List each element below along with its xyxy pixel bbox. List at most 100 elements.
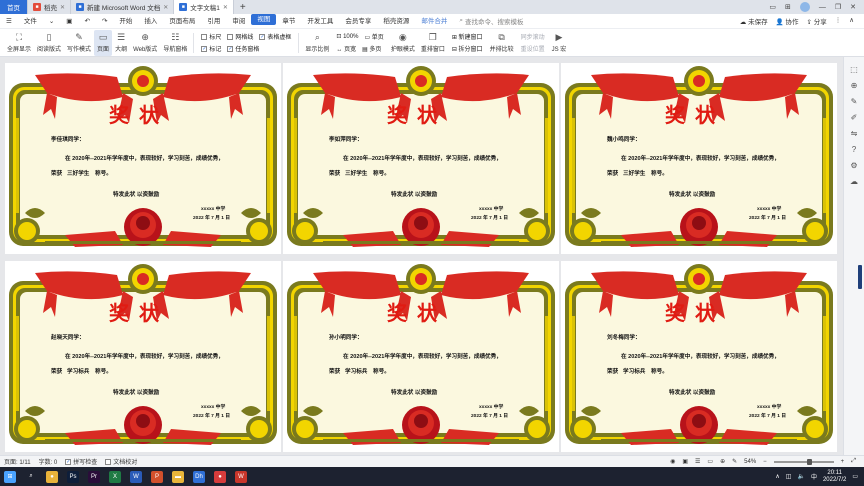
- view-option-checkbox[interactable]: 标尺: [201, 32, 221, 41]
- window-tab[interactable]: 首页: [0, 0, 28, 14]
- collapse-ribbon-icon[interactable]: ∧: [849, 16, 854, 26]
- js-macro-button[interactable]: ▶ JS 宏: [549, 30, 570, 56]
- certificate-page[interactable]: 奖状 李如萍同学： 在 2020年--2021年学年度中，表现较好，学习刻苦，成绩优…: [283, 63, 559, 254]
- zoom-100-button[interactable]: ⊡ 100%: [336, 33, 358, 40]
- multi-page-button[interactable]: ▤ 多页: [362, 44, 381, 53]
- hamburger-icon[interactable]: ☰: [0, 14, 18, 29]
- wps-icon[interactable]: W: [235, 470, 247, 483]
- document-workspace[interactable]: 奖状 李佳琪同学：在 2020年--2021年学年度中，表现较好，学习刻苦，成绩优…: [0, 57, 843, 455]
- chrome-icon[interactable]: ●: [46, 470, 58, 483]
- reset-position-button[interactable]: 重设位置: [521, 44, 545, 53]
- zoom-in-icon[interactable]: +: [841, 459, 845, 465]
- dict-icon[interactable]: Dh: [193, 470, 205, 483]
- file-menu[interactable]: 文件: [18, 14, 43, 29]
- menu-tab[interactable]: 章节: [276, 14, 301, 29]
- view-mode-button[interactable]: ✎ 写作模式: [64, 30, 94, 56]
- tool-icon[interactable]: ⚙: [850, 161, 857, 170]
- system-clock[interactable]: 20:11 2022/7/2: [823, 470, 846, 484]
- menu-tab[interactable]: 稻壳资源: [377, 14, 415, 29]
- edit-icon[interactable]: ✎: [851, 97, 858, 106]
- nav-pane-button[interactable]: ☷ 导航窗格: [160, 30, 190, 56]
- word-count[interactable]: 字数: 0: [39, 457, 58, 466]
- close-icon[interactable]: ✕: [850, 3, 856, 11]
- powerpoint-icon[interactable]: P: [151, 470, 163, 483]
- close-tab-icon[interactable]: ✕: [60, 4, 65, 11]
- mail-merge-tab[interactable]: 邮件合并: [415, 14, 453, 29]
- menu-tab[interactable]: 引用: [201, 14, 226, 29]
- zoom-icon[interactable]: ⊕: [851, 81, 858, 90]
- zoom-slider-knob[interactable]: [806, 458, 812, 465]
- input-language[interactable]: 中: [811, 472, 817, 481]
- search-icon[interactable]: ⌕: [25, 470, 37, 483]
- view-mode-button[interactable]: ⊕ Web版式: [130, 30, 160, 56]
- pen-icon[interactable]: ✎: [732, 458, 737, 465]
- page-indicator[interactable]: 页面: 1/11: [4, 457, 31, 466]
- certificate-page[interactable]: 奖状 李佳琪同学： 在 2020年--2021年学年度中，表现较好，学习刻苦，成绩优…: [5, 63, 281, 254]
- zoom-out-icon[interactable]: −: [763, 459, 767, 465]
- side-by-side-button[interactable]: ⧉ 并排比较: [487, 30, 517, 56]
- grid-icon[interactable]: ⊞: [785, 3, 791, 11]
- eye-icon[interactable]: ◉: [670, 458, 675, 465]
- certificate-page[interactable]: 奖状 魏小鸣同学： 在 2020年--2021年学年度中，表现较好，学习刻苦，成绩优…: [561, 63, 837, 254]
- app-icon[interactable]: ●: [214, 470, 226, 483]
- avatar[interactable]: [799, 2, 810, 12]
- command-search[interactable]: ⌕ 查找命令、搜索模板: [453, 16, 529, 26]
- settings-icon[interactable]: ⇋: [851, 129, 858, 138]
- certificate-page[interactable]: 奖状 孙小明同学： 在 2020年--2021年学年度中，表现较好，学习刻苦，成绩优…: [283, 261, 559, 452]
- maximize-icon[interactable]: ❐: [835, 3, 841, 11]
- certificate-page[interactable]: 奖状 刘冬梅同学： 在 2020年--2021年学年度中，表现较好，学习刻苦，成绩优…: [561, 261, 837, 452]
- rearrange-window-button[interactable]: ❐ 重排窗口: [418, 30, 448, 56]
- view-option-checkbox[interactable]: ✓ 任务窗格: [227, 44, 259, 53]
- collaborate-button[interactable]: 👤 协作: [776, 16, 799, 26]
- network-icon[interactable]: ◫: [786, 473, 792, 480]
- menu-tab[interactable]: 开发工具: [301, 14, 339, 29]
- doc-proofread[interactable]: 文档校对: [105, 457, 137, 466]
- page-width-button[interactable]: ↔ 页宽: [336, 44, 356, 53]
- tray-chevron-icon[interactable]: ∧: [775, 473, 779, 480]
- menu-tab[interactable]: 页面布局: [163, 14, 201, 29]
- notification-icon[interactable]: ▭: [852, 473, 858, 480]
- eye-mode-button[interactable]: ◉ 护眼模式: [388, 30, 418, 56]
- window-tab[interactable]: ■ 稻壳 ✕: [28, 0, 72, 14]
- view-mode-button[interactable]: ▭ 页面: [94, 29, 113, 56]
- sync-scroll-button[interactable]: 同步滚动: [521, 32, 545, 41]
- photoshop-icon[interactable]: Ps: [67, 470, 79, 483]
- single-page-button[interactable]: ▭ 单页: [364, 32, 383, 41]
- premiere-icon[interactable]: Pr: [88, 470, 100, 483]
- menu-tab[interactable]: 开始: [113, 14, 138, 29]
- view-mode-button[interactable]: ⛶ 全屏显示: [4, 30, 34, 56]
- zoom-slider[interactable]: [773, 458, 834, 465]
- window-tab[interactable]: ■ 新建 Microsoft Word 文档 ✕: [71, 0, 175, 14]
- read-view-icon[interactable]: ▭: [707, 458, 713, 465]
- volume-icon[interactable]: 🔈: [797, 473, 804, 480]
- view-mode-button[interactable]: ▯ 阅读版式: [34, 30, 64, 56]
- help-icon[interactable]: ?: [852, 145, 856, 154]
- menu-tab[interactable]: 插入: [138, 14, 163, 29]
- excel-icon[interactable]: X: [109, 470, 121, 483]
- save-icon[interactable]: ▣: [60, 14, 78, 29]
- vertical-scrollbar-thumb[interactable]: [858, 265, 862, 289]
- outline-view-icon[interactable]: ☰: [695, 458, 700, 465]
- close-tab-icon[interactable]: ✕: [223, 4, 228, 11]
- spell-check[interactable]: ✓ 拼写检查: [65, 457, 97, 466]
- unsaved-status[interactable]: ☁ 未保存: [740, 16, 768, 26]
- new-window-button[interactable]: ⊞ 新建窗口: [452, 32, 483, 41]
- page-view-icon[interactable]: ▣: [682, 458, 688, 465]
- cloud-icon[interactable]: ☁: [850, 177, 858, 186]
- windows-start-icon[interactable]: ⊞: [4, 470, 16, 483]
- folder-icon[interactable]: ▬: [172, 470, 184, 483]
- view-option-checkbox[interactable]: ✓ 表格虚框: [259, 32, 291, 41]
- redo-icon[interactable]: ↷: [96, 14, 113, 29]
- layout-icon[interactable]: ▭: [769, 3, 776, 11]
- menu-tab[interactable]: 会员专享: [339, 14, 377, 29]
- minimize-icon[interactable]: —: [819, 4, 826, 11]
- new-tab-icon[interactable]: +: [234, 2, 252, 13]
- dropdown-chevron-icon[interactable]: ⌄: [43, 14, 60, 29]
- undo-icon[interactable]: ↶: [78, 14, 95, 29]
- view-option-checkbox[interactable]: 网格线: [227, 32, 253, 41]
- split-window-button[interactable]: ⊟ 拆分窗口: [452, 44, 483, 53]
- pen-icon[interactable]: ✐: [851, 113, 858, 122]
- close-tab-icon[interactable]: ✕: [163, 4, 168, 11]
- fit-page-icon[interactable]: ⤢: [851, 458, 856, 465]
- select-icon[interactable]: ⬚: [850, 65, 858, 74]
